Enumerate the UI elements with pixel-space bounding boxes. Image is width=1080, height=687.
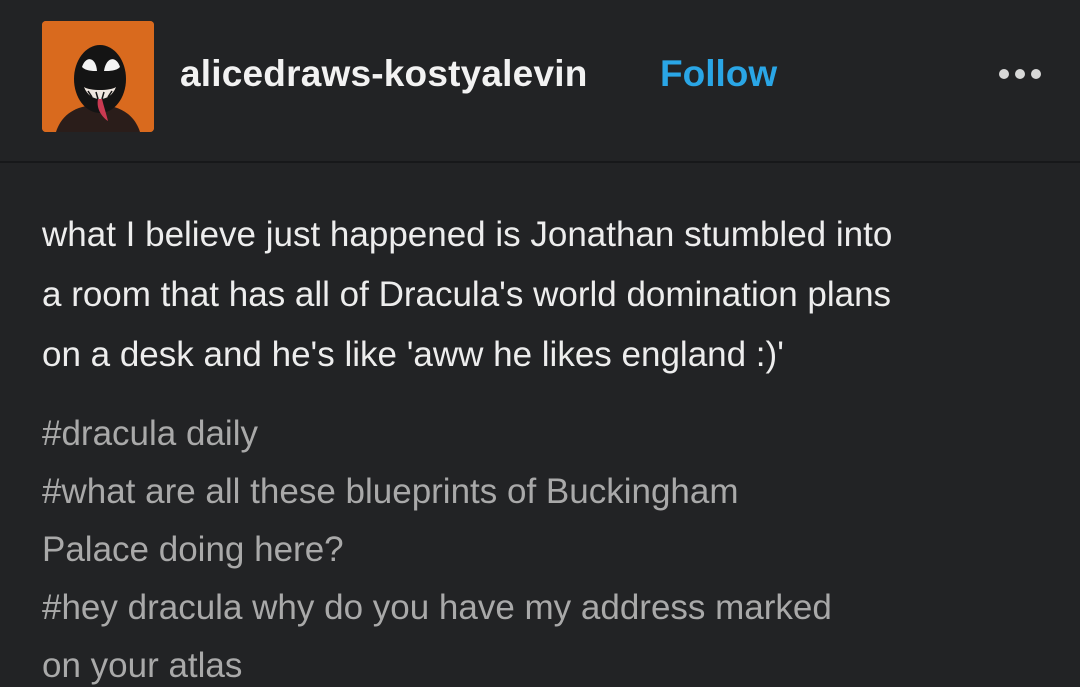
- tag-link[interactable]: #what are all these blueprints of Buckin…: [42, 463, 1042, 579]
- post-header: alicedraws-kostyalevin Follow: [0, 0, 1080, 163]
- post-text: what I believe just happened is Jonathan…: [42, 215, 893, 374]
- post-card: alicedraws-kostyalevin Follow what I bel…: [0, 0, 1080, 687]
- tag-list: #dracula daily #what are all these bluep…: [42, 405, 1042, 687]
- venom-mask-avatar-icon: [42, 21, 154, 132]
- follow-button[interactable]: Follow: [660, 51, 777, 97]
- avatar[interactable]: [42, 21, 154, 132]
- post-body: what I believe just happened is Jonathan…: [42, 205, 1052, 385]
- username-link[interactable]: alicedraws-kostyalevin: [180, 51, 588, 97]
- ellipsis-icon[interactable]: [997, 64, 1043, 84]
- tag-link[interactable]: #hey dracula why do you have my address …: [42, 579, 1042, 687]
- tag-link[interactable]: #dracula daily: [42, 405, 1042, 463]
